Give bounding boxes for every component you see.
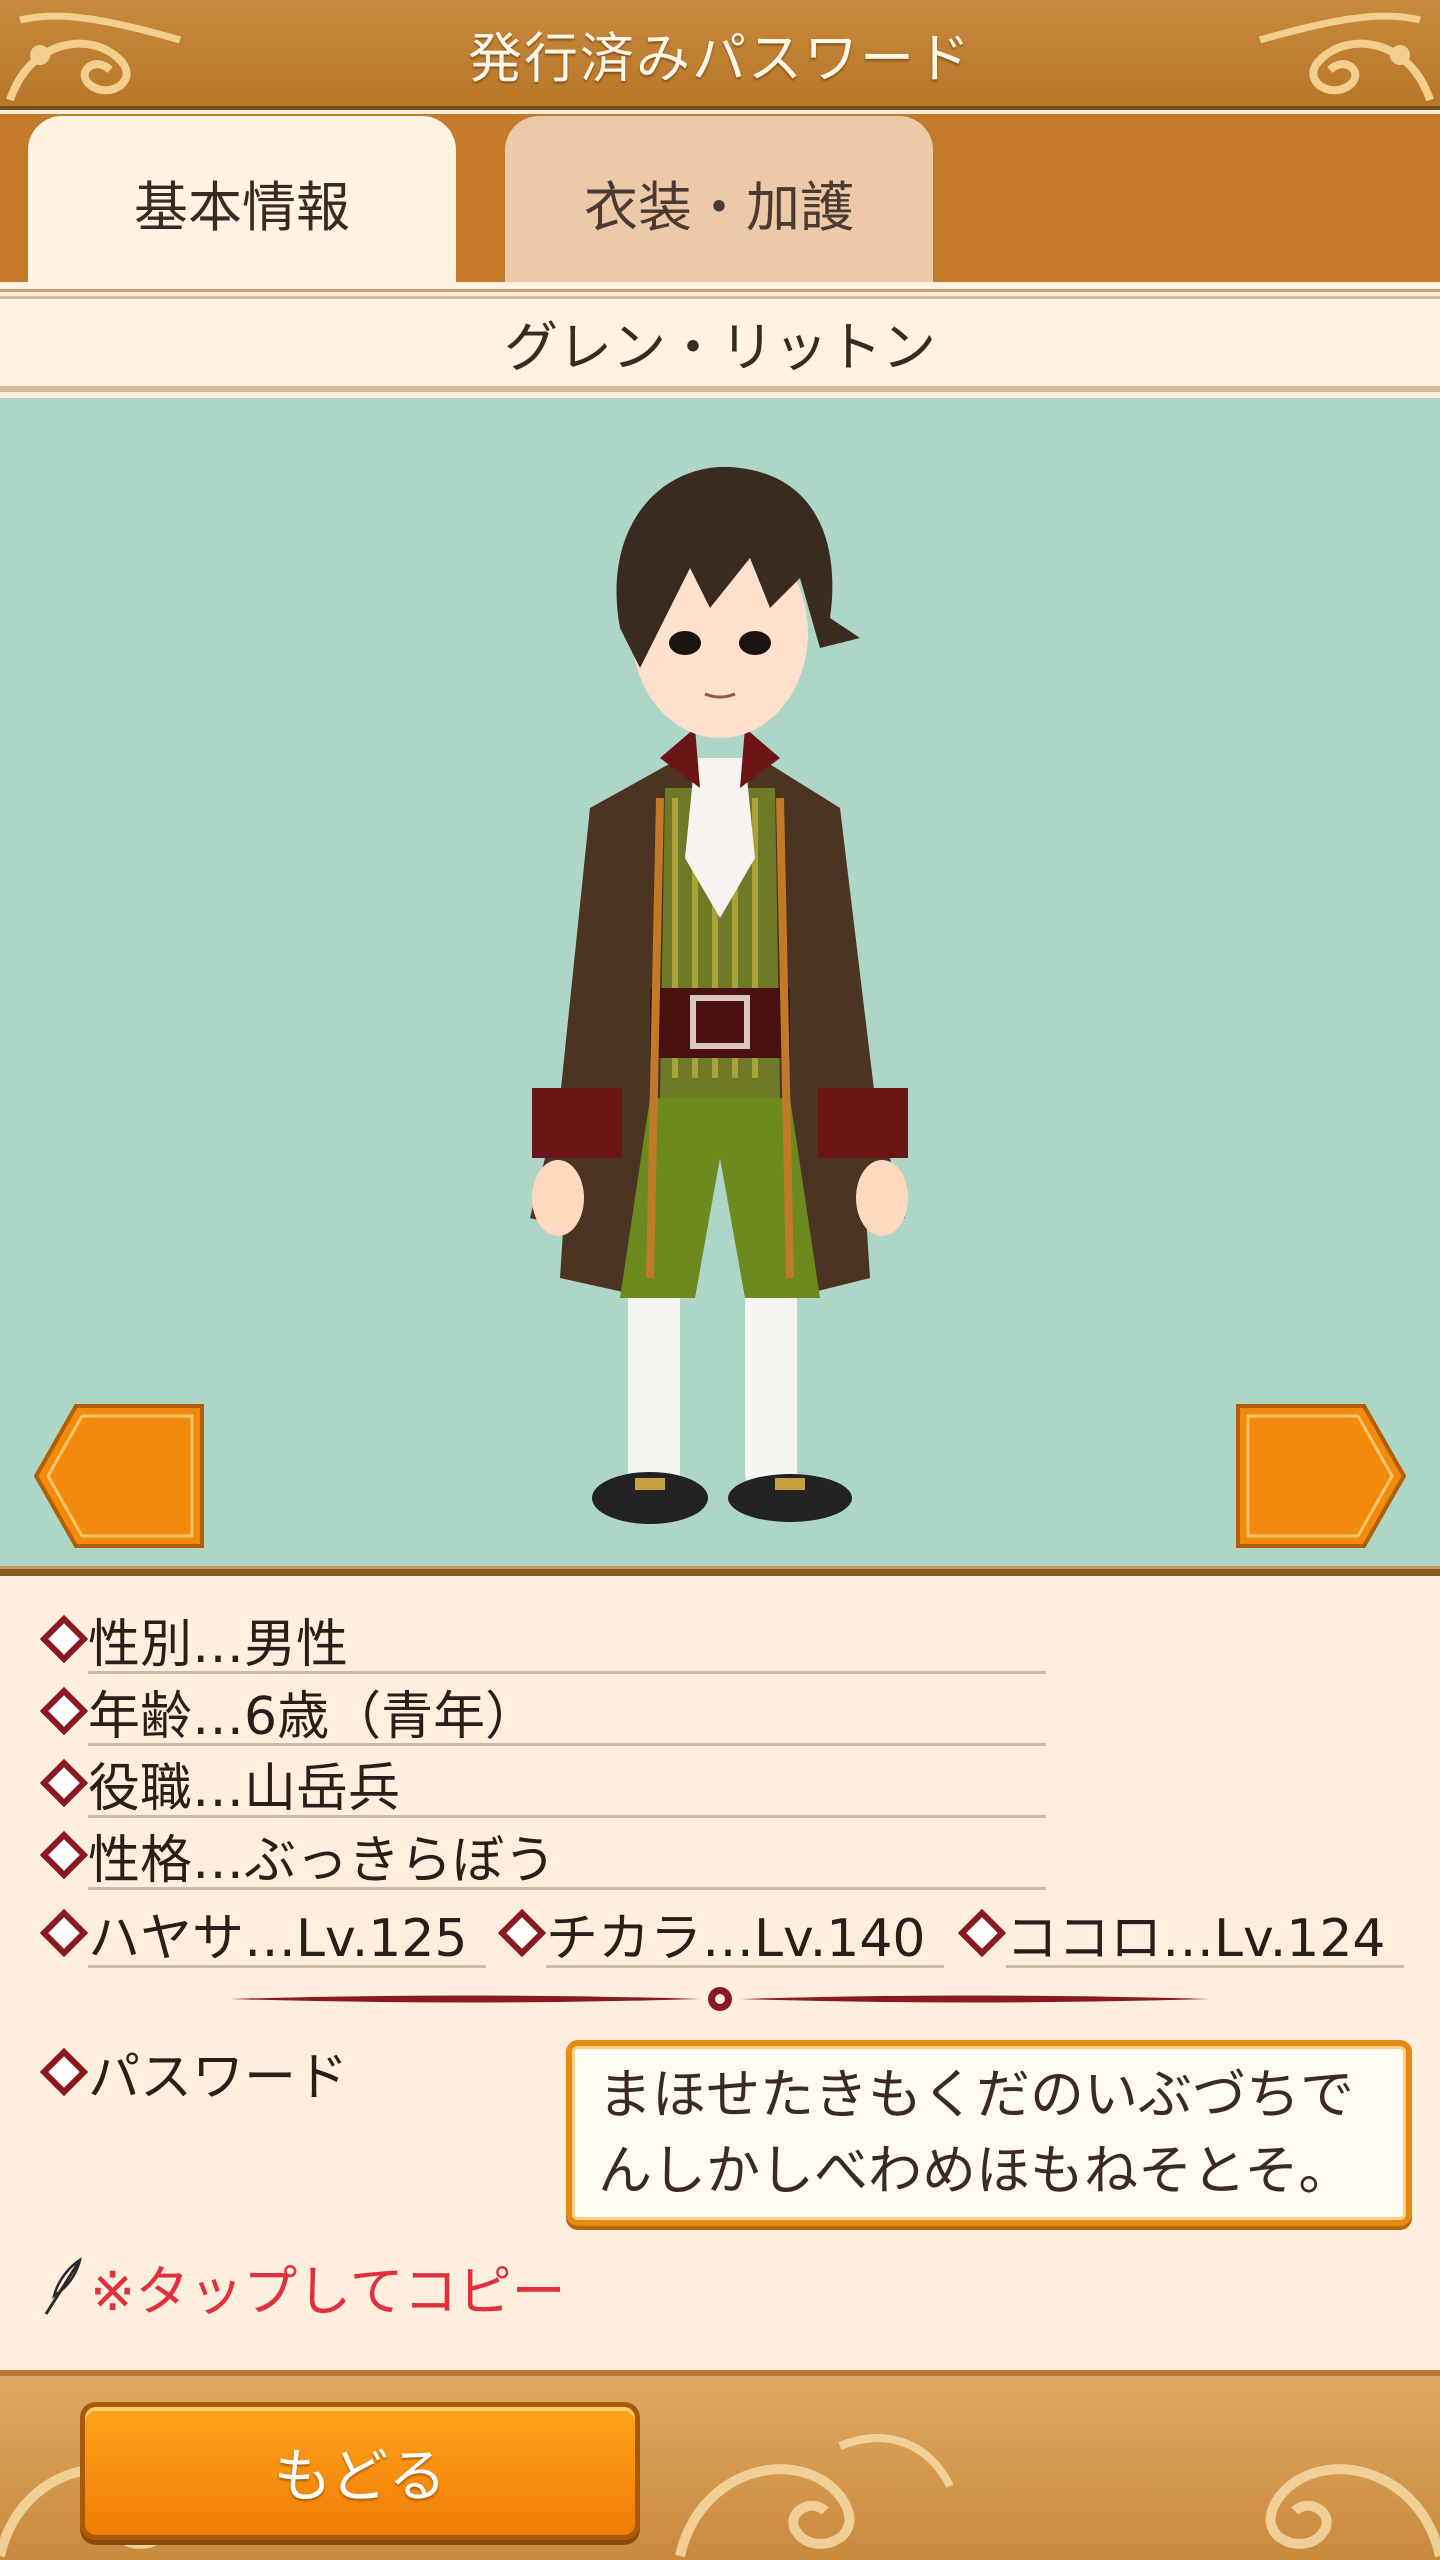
copy-hint: ※タップしてコピー [40,2246,566,2326]
ornamental-divider [230,1987,1210,2011]
scroll-ornament-icon [675,2434,954,2558]
power-stat-text: チカラ…Lv.140 [546,1908,926,1969]
personality-text: 性格…ぶっきらぼう [88,1830,557,1891]
diamond-bullet-icon [40,1759,88,1807]
diamond-bullet-icon [958,1909,1006,1957]
row-underline [88,1887,1046,1890]
scroll-ornament-icon [1259,12,1434,102]
diamond-bullet-icon [40,1909,88,1957]
password-box[interactable]: まほせたきもくだのいぶづちで んしかしべわめほもねそとそ。 [566,2040,1412,2226]
heart-stat: ココロ…Lv.124 [958,1898,1404,1969]
speed-stat-text: ハヤサ…Lv.125 [88,1908,468,1969]
diamond-bullet-icon [498,1909,546,1957]
row-underline [88,1965,486,1968]
scroll-ornament-icon [6,12,181,102]
quill-pen-icon [44,2257,82,2315]
header-bar: 発行済みパスワード [0,0,1440,110]
age-text: 年齢…6歳（青年） [88,1686,538,1747]
prev-arrow-button[interactable] [34,1404,204,1548]
diamond-bullet-icon [40,1687,88,1735]
gender-row: 性別…男性 [40,1604,1046,1675]
password-line-2: んしかしべわめほもねそとそ。 [598,2139,1353,2202]
diamond-bullet-icon [40,1831,88,1879]
character-name: グレン・リットン [0,296,1440,392]
tab-divider [0,282,1440,292]
personality-row: 性格…ぶっきらぼう [40,1820,1046,1891]
tab-costume-blessing[interactable]: 衣装・加護 [505,116,933,288]
role-row: 役職…山岳兵 [40,1748,1046,1819]
copy-hint-text: ※タップしてコピー [90,2259,566,2323]
scroll-ornament-icon [1265,2464,1440,2558]
row-underline [1006,1965,1404,1968]
password-label-row: パスワード [40,2034,348,2110]
row-underline [546,1965,944,1968]
password-line-1: まほせたきもくだのいぶづちで [598,2063,1354,2126]
heart-stat-text: ココロ…Lv.124 [1006,1908,1386,1969]
speed-stat: ハヤサ…Lv.125 [40,1898,486,1969]
diamond-bullet-icon [40,2048,88,2096]
back-button[interactable]: もどる [80,2402,640,2540]
diamond-bullet-icon [40,1615,88,1663]
password-text: まほせたきもくだのいぶづちで んしかしべわめほもねそとそ。 [598,2057,1354,2209]
character-model [530,466,908,1524]
tab-bar: 基本情報 衣装・加護 [0,114,1440,290]
age-row: 年齢…6歳（青年） [40,1676,1046,1747]
power-stat: チカラ…Lv.140 [498,1898,944,1969]
viewer-divider [0,1566,1440,1576]
gender-text: 性別…男性 [88,1614,349,1675]
character-viewer [0,398,1440,1566]
tab-basic-info[interactable]: 基本情報 [28,116,456,288]
footer-bar: もどる [0,2370,1440,2560]
page-title: 発行済みパスワード [468,26,972,90]
password-label: パスワード [88,2047,349,2108]
role-text: 役職…山岳兵 [88,1758,401,1819]
next-arrow-button[interactable] [1236,1404,1406,1548]
